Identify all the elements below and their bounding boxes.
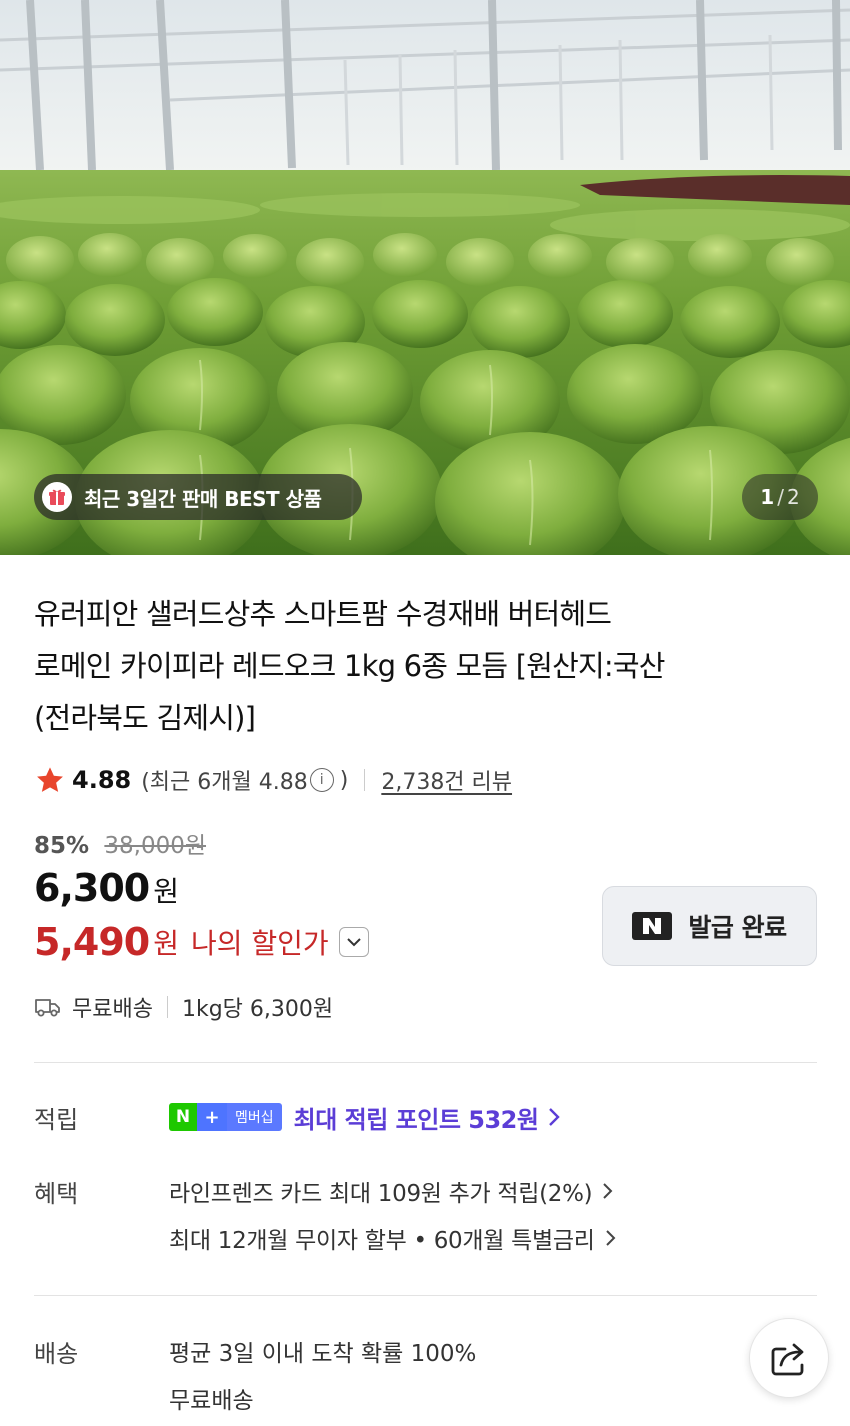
chevron-right-icon <box>603 1183 613 1199</box>
points-row[interactable]: N + 멤버십 최대 적립 포인트 532원 <box>169 1100 561 1134</box>
naver-plus-membership-badge: N + 멤버십 <box>169 1103 282 1131</box>
chevron-down-icon[interactable] <box>338 927 369 957</box>
naver-n-icon <box>632 912 673 940</box>
my-price-value: 5,490 <box>34 920 150 964</box>
chevron-right-icon <box>605 1230 615 1246</box>
installment-benefit-link[interactable]: 최대 12개월 무이자 할부 • 60개월 특별금리 <box>169 1221 616 1255</box>
pager-current: 1 <box>760 485 775 509</box>
pager-separator: / <box>777 485 784 509</box>
info-icon[interactable]: i <box>309 768 334 792</box>
image-pager: 1 / 2 <box>742 474 818 520</box>
best-seller-badge: 최근 3일간 판매 BEST 상품 <box>34 474 362 520</box>
divider <box>364 769 366 791</box>
free-shipping-text: 무료배송 <box>72 997 153 1022</box>
coupon-label: 발급 완료 <box>688 913 787 942</box>
pager-total: 2 <box>786 485 800 509</box>
sale-price: 6,300 원 <box>34 866 179 910</box>
naver-n-badge: N <box>169 1103 197 1131</box>
recent-rating-text: (최근 6개월 4.88 <box>141 770 308 795</box>
truck-icon <box>35 999 60 1017</box>
product-image-carousel[interactable]: 최근 3일간 판매 BEST 상품 1 / 2 <box>0 0 850 555</box>
membership-badge: 멤버십 <box>227 1103 282 1131</box>
rating-score: 4.88 <box>72 766 132 794</box>
max-points-text: 최대 적립 포인트 532원 <box>293 1105 539 1134</box>
card-benefit-text: 라인프렌즈 카드 최대 109원 추가 적립(2%) <box>169 1181 593 1207</box>
my-price-label: 나의 할인가 <box>190 927 329 960</box>
installment-benefit-text: 최대 12개월 무이자 할부 • 60개월 특별금리 <box>169 1228 595 1254</box>
plus-badge: + <box>197 1103 227 1131</box>
my-discount-price[interactable]: 5,490 원 나의 할인가 <box>34 920 369 964</box>
original-price: 38,000원 <box>104 833 207 859</box>
my-price-unit: 원 <box>153 927 179 960</box>
recent-rating: (최근 6개월 4.88 i ) <box>141 764 348 796</box>
product-title: 유러피안 샐러드상추 스마트팜 수경재배 버터헤드 로메인 카이피라 레드오크 … <box>34 588 794 744</box>
unit-price-text: 1kg당 6,300원 <box>181 997 334 1022</box>
share-icon <box>771 1343 804 1376</box>
card-benefit-link[interactable]: 라인프렌즈 카드 최대 109원 추가 적립(2%) <box>169 1174 613 1208</box>
section-divider <box>34 1062 817 1063</box>
gift-icon <box>42 482 72 512</box>
section-divider <box>34 1295 817 1296</box>
best-seller-text: 최근 3일간 판매 BEST 상품 <box>84 486 322 511</box>
product-title-line: (전라북도 김제시)] <box>34 701 256 735</box>
divider <box>166 996 168 1018</box>
benefits-label: 혜택 <box>34 1180 79 1208</box>
product-title-line: 유러피안 샐러드상추 스마트팜 수경재배 버터헤드 <box>34 597 612 631</box>
discount-row: 85% 38,000원 <box>34 826 206 860</box>
delivery-fee: 무료배송 <box>169 1388 254 1414</box>
sale-price-value: 6,300 <box>34 866 150 910</box>
star-icon <box>37 767 63 792</box>
rating-row: 4.88 (최근 6개월 4.88 i ) 2,738건 리뷰 <box>34 762 512 798</box>
chevron-right-icon <box>549 1108 561 1126</box>
discount-percent: 85% <box>34 833 90 859</box>
points-label: 적립 <box>34 1106 79 1134</box>
review-count-link[interactable]: 2,738건 리뷰 <box>381 764 512 796</box>
coupon-issued-button[interactable]: 발급 완료 <box>602 886 817 966</box>
delivery-label: 배송 <box>34 1340 79 1368</box>
delivery-estimate: 평균 3일 이내 도착 확률 100% <box>169 1341 477 1367</box>
share-button[interactable] <box>749 1318 829 1398</box>
recent-rating-close: ) <box>339 767 349 793</box>
sale-price-unit: 원 <box>153 875 179 908</box>
lettuce-greenhouse-photo <box>0 0 850 555</box>
shipping-summary: 무료배송 1kg당 6,300원 <box>34 990 333 1024</box>
product-title-line: 로메인 카이피라 레드오크 1kg 6종 모듬 [원산지:국산 <box>34 649 665 683</box>
